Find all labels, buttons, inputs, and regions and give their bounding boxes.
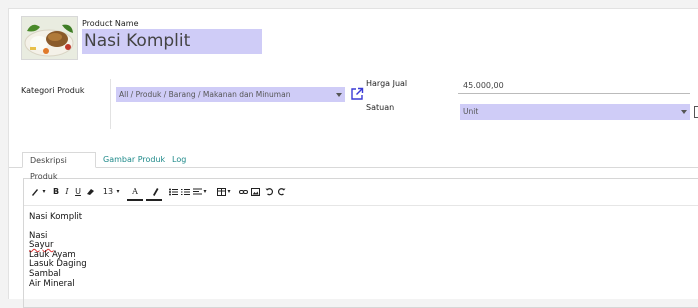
- chevron-down-icon: [336, 93, 342, 97]
- description-title: Nasi Komplit: [29, 212, 83, 222]
- chevron-down-icon: [681, 110, 687, 114]
- chevron-down-icon[interactable]: ▾: [115, 179, 121, 205]
- link-icon[interactable]: [238, 179, 248, 205]
- chevron-down-icon[interactable]: ▾: [226, 179, 232, 205]
- editor-toolbar: ▾ B I U 13 ▾ A ▾ ▾: [24, 179, 698, 206]
- table-icon[interactable]: [216, 179, 226, 205]
- undo-icon[interactable]: [264, 179, 274, 205]
- highlight-color-indicator: [146, 199, 162, 201]
- redo-icon[interactable]: [276, 179, 286, 205]
- price-input[interactable]: 45.000,00: [458, 78, 690, 94]
- chevron-down-icon[interactable]: ▾: [202, 179, 208, 205]
- unit-select[interactable]: Unit: [460, 104, 690, 120]
- image-icon[interactable]: [250, 179, 260, 205]
- text-color-icon[interactable]: A: [127, 179, 143, 205]
- eraser-icon[interactable]: [85, 179, 95, 205]
- list-item: Air Mineral: [29, 278, 75, 289]
- category-label: Kategori Produk: [21, 86, 85, 95]
- category-select[interactable]: All / Produk / Barang / Makanan dan Minu…: [116, 87, 345, 102]
- category-value: All / Produk / Barang / Makanan dan Minu…: [119, 90, 291, 99]
- unit-label: Satuan: [366, 103, 395, 112]
- numbered-list-icon[interactable]: [180, 179, 190, 205]
- italic-icon[interactable]: I: [63, 179, 71, 205]
- tab-gambar-produk[interactable]: Gambar Produk: [103, 152, 165, 168]
- product-image[interactable]: [21, 16, 78, 60]
- bullet-list-icon[interactable]: [168, 179, 178, 205]
- description-editor[interactable]: ▾ B I U 13 ▾ A ▾ ▾ Nasi Komplit Nasi Say…: [23, 178, 698, 308]
- tab-log[interactable]: Log: [172, 152, 186, 168]
- text-color-indicator: [127, 199, 143, 201]
- align-left-icon[interactable]: [192, 179, 202, 205]
- product-name-input[interactable]: Nasi Komplit: [82, 29, 262, 54]
- unit-value: Unit: [463, 107, 479, 116]
- unit-external-link-icon[interactable]: [694, 106, 698, 118]
- highlight-color-icon[interactable]: [146, 179, 162, 205]
- tab-deskripsi-produk[interactable]: Deskripsi Produk: [22, 152, 96, 181]
- external-link-icon[interactable]: [350, 86, 364, 100]
- product-name-label: Product Name: [82, 19, 139, 28]
- label-divider: [110, 79, 111, 129]
- font-size-select[interactable]: 13: [101, 179, 115, 205]
- underline-icon[interactable]: U: [74, 179, 82, 205]
- description-content[interactable]: Nasi Komplit Nasi Sayur Lauk Ayam Lasuk …: [29, 212, 87, 289]
- product-form-sheet: Product Name Nasi Komplit Kategori Produ…: [8, 8, 698, 308]
- price-label: Harga Jual: [366, 79, 408, 88]
